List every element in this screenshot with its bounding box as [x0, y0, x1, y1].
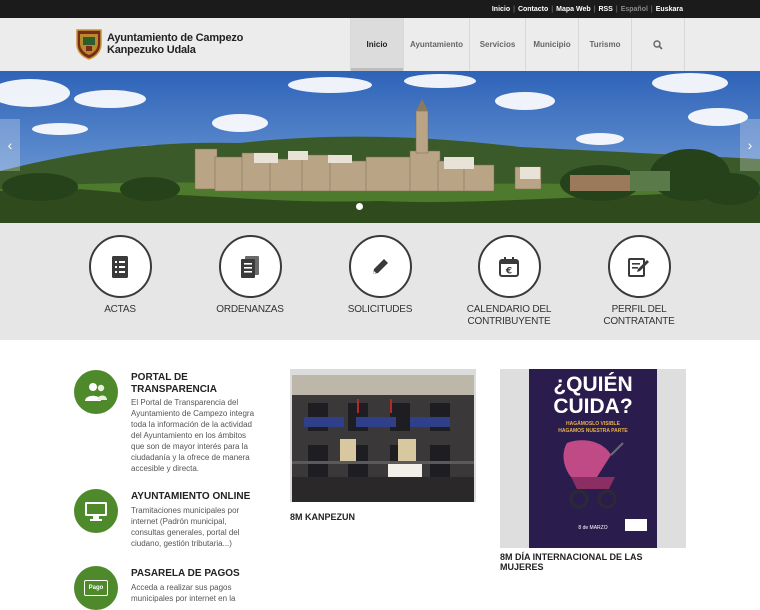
- slider-dots: [356, 203, 363, 210]
- quick-link-circle: [607, 235, 671, 298]
- monitor-icon: [85, 502, 107, 521]
- contract-sign-icon: [628, 257, 649, 277]
- poster-headline-1: ¿QUIÉN: [553, 373, 633, 396]
- poster-logos: [625, 519, 647, 531]
- slider-dot[interactable]: [356, 203, 363, 210]
- news-card[interactable]: ¿QUIÉN CUIDA? HAGÁMOSLO VISIBLE HAGAMOS …: [500, 369, 686, 572]
- stroller-illustration: [563, 440, 624, 509]
- site-title: Ayuntamiento de Campezo Kanpezuko Udala: [107, 32, 243, 56]
- poster: ¿QUIÉN CUIDA? HAGÁMOSLO VISIBLE HAGAMOS …: [529, 369, 657, 548]
- service-text: Acceda a realizar sus pagos municipales …: [131, 583, 236, 603]
- nav-search[interactable]: [631, 18, 685, 71]
- service-title[interactable]: AYUNTAMIENTO ONLINE: [131, 491, 261, 503]
- document-stack-icon: [241, 255, 259, 278]
- top-links: Inicio | Contacto | Mapa Web | RSS | Esp…: [492, 0, 683, 18]
- top-link-contacto[interactable]: Contacto: [518, 6, 548, 13]
- quick-link-circle: €: [477, 235, 541, 298]
- top-link-inicio[interactable]: Inicio: [492, 6, 510, 13]
- separator: |: [513, 5, 515, 13]
- document-list-icon: [112, 255, 128, 278]
- top-link-rss[interactable]: RSS: [598, 6, 612, 13]
- news-card[interactable]: 8M KANPEZUN: [290, 369, 476, 522]
- service-pasarela-pagos[interactable]: Pago PASARELA DE PAGOS Acceda a realizar…: [74, 566, 274, 610]
- quick-link-perfil-contratante[interactable]: PERFIL DEL CONTRATANTE: [579, 235, 699, 328]
- service-text: El Portal de Transparencia del Ayuntamie…: [131, 398, 255, 473]
- quick-link-circle: [218, 235, 282, 298]
- quick-link-actas[interactable]: ACTAS: [60, 235, 180, 316]
- main-nav: Inicio Ayuntamiento Servicios Municipio …: [350, 18, 685, 71]
- quick-link-circle: [348, 235, 412, 298]
- quick-link-label: ORDENANZAS: [216, 304, 284, 315]
- news-caption[interactable]: 8M KANPEZUN: [290, 512, 476, 522]
- search-icon: [653, 39, 663, 50]
- news-image[interactable]: [290, 369, 476, 502]
- service-icon: Pago: [74, 566, 118, 610]
- nav-ayuntamiento[interactable]: Ayuntamiento: [403, 18, 469, 71]
- nav-turismo[interactable]: Turismo: [578, 18, 631, 71]
- nav-municipio[interactable]: Municipio: [525, 18, 578, 71]
- service-title[interactable]: PASARELA DE PAGOS: [131, 568, 261, 580]
- hero-image: [0, 71, 760, 223]
- top-link-mapa-web[interactable]: Mapa Web: [556, 6, 591, 13]
- separator: |: [615, 5, 618, 13]
- service-ayuntamiento-online[interactable]: AYUNTAMIENTO ONLINE Tramitaciones munici…: [74, 489, 274, 559]
- quick-link-calendario[interactable]: € CALENDARIO DEL CONTRIBUYENTE: [449, 235, 569, 328]
- service-title[interactable]: PORTAL DE TRANSPARENCIA: [131, 372, 261, 396]
- poster-subtitle-1: HAGÁMOSLO VISIBLE: [566, 421, 620, 427]
- quick-link-label: CALENDARIO DEL CONTRIBUYENTE: [466, 304, 552, 327]
- nav-servicios[interactable]: Servicios: [469, 18, 525, 71]
- site-header: Ayuntamiento de Campezo Kanpezuko Udala …: [0, 18, 760, 71]
- quick-link-solicitudes[interactable]: SOLICITUDES: [320, 235, 440, 316]
- pay-card-icon: Pago: [84, 580, 108, 596]
- poster-subtitle-2: HAGAMOS NUESTRA PARTE: [558, 428, 628, 434]
- quick-links: ACTAS ORDENANZAS SOLICITUDES € CALENDARI…: [0, 223, 760, 340]
- calendar-euro-icon: €: [499, 256, 519, 277]
- news-image[interactable]: ¿QUIÉN CUIDA? HAGÁMOSLO VISIBLE HAGAMOS …: [500, 369, 686, 548]
- news-caption[interactable]: 8M DÍA INTERNACIONAL DE LAS MUJERES: [500, 552, 686, 572]
- separator: |: [593, 5, 596, 13]
- poster-headline-2: CUIDA?: [553, 395, 633, 418]
- lang-espanol[interactable]: Español: [621, 6, 648, 13]
- top-bar: Inicio | Contacto | Mapa Web | RSS | Esp…: [0, 0, 760, 18]
- svg-text:€: €: [505, 266, 512, 276]
- pencil-icon: [373, 258, 388, 274]
- separator: |: [650, 5, 653, 13]
- slider-next-button[interactable]: ›: [740, 119, 760, 171]
- people-icon: [85, 383, 107, 401]
- nav-inicio[interactable]: Inicio: [350, 18, 403, 71]
- slider-prev-button[interactable]: ‹: [0, 119, 20, 171]
- service-icon: [74, 370, 118, 414]
- lang-euskara[interactable]: Euskara: [656, 6, 683, 13]
- quick-link-ordenanzas[interactable]: ORDENANZAS: [190, 235, 310, 316]
- service-text: Tramitaciones municipales por internet (…: [131, 506, 240, 548]
- quick-link-circle: [88, 235, 152, 298]
- quick-link-label: SOLICITUDES: [347, 304, 413, 315]
- site-logo[interactable]: Ayuntamiento de Campezo Kanpezuko Udala: [76, 28, 243, 60]
- quick-link-label: ACTAS: [104, 304, 136, 315]
- service-transparencia[interactable]: PORTAL DE TRANSPARENCIA El Portal de Tra…: [74, 370, 274, 480]
- quick-link-label: PERFIL DEL CONTRATANTE: [603, 304, 675, 327]
- site-title-line1: Ayuntamiento de Campezo: [107, 32, 244, 44]
- service-icon: [74, 489, 118, 533]
- separator: |: [551, 5, 554, 13]
- site-title-line2: Kanpezuko Udala: [107, 44, 196, 56]
- hero-slider[interactable]: ‹ ›: [0, 71, 760, 223]
- coat-of-arms-icon: [76, 29, 102, 60]
